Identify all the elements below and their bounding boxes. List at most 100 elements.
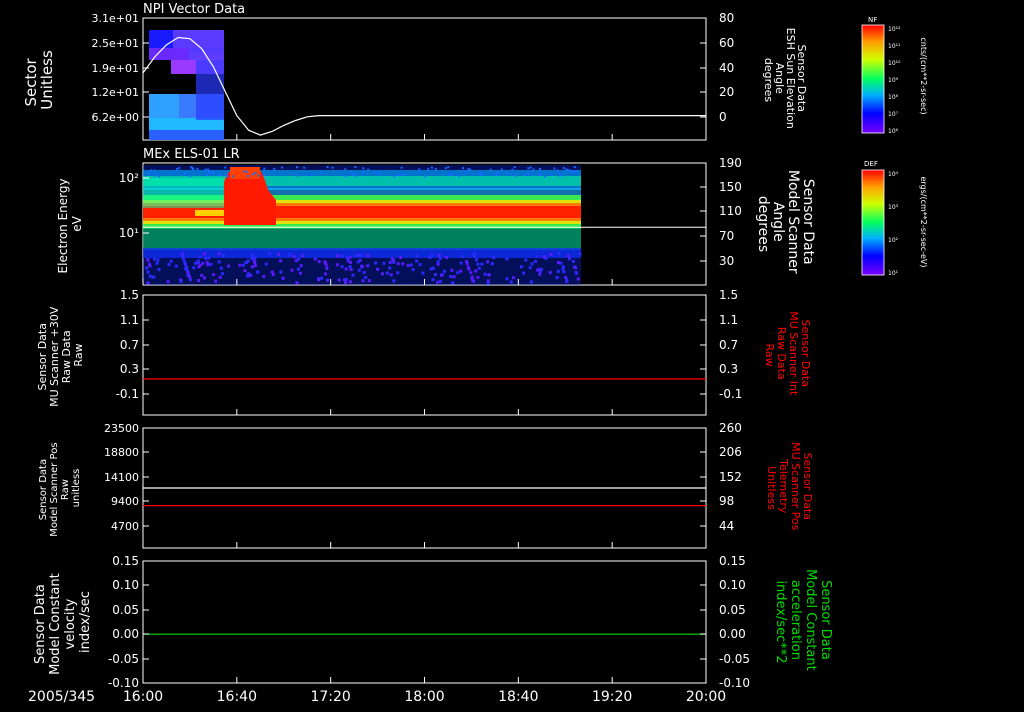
panel2-noise-dot bbox=[390, 257, 394, 261]
panel2-noise-dot bbox=[268, 252, 272, 255]
panel2-noise-dot bbox=[458, 175, 460, 178]
panel2-noise-dot bbox=[447, 166, 450, 169]
panel2-noise-dot bbox=[431, 278, 435, 282]
panel2-noise-dot bbox=[214, 279, 218, 283]
panel3-right-tick-label: -0.1 bbox=[719, 387, 742, 401]
panel2-noise-dot bbox=[483, 272, 487, 276]
panel1-title: NPI Vector Data bbox=[143, 2, 245, 17]
panel2-noise-dot bbox=[558, 171, 561, 174]
panel2-noise-dot bbox=[257, 174, 260, 177]
panel2-noise-dot bbox=[217, 252, 221, 256]
panel2-noise-dot bbox=[243, 170, 246, 173]
panel2-noise-dot bbox=[200, 273, 204, 277]
panel5-frame bbox=[142, 560, 707, 684]
panel5-right-label-2: Model Constant bbox=[803, 569, 818, 671]
panel1-sun-elevation-line bbox=[142, 36, 706, 136]
panel3-left-tick-label: 1.1 bbox=[120, 313, 139, 327]
panel2-noise-dot bbox=[361, 279, 365, 283]
panel2-noise-dot bbox=[290, 268, 294, 272]
panel2-noise-dot bbox=[349, 268, 353, 272]
panel4-left-tick-label: 4700 bbox=[111, 520, 139, 533]
panel2-noise-dot bbox=[188, 278, 192, 282]
panel2-noise-dot bbox=[197, 279, 201, 282]
panel3-right-tick-label: 0.7 bbox=[719, 338, 738, 352]
panel3-right-tick-label: 1.5 bbox=[719, 288, 738, 302]
panel4-right-tick-label: 44 bbox=[719, 519, 734, 533]
panel2-noise-dot bbox=[456, 271, 460, 275]
panel4-right-tick-label: 206 bbox=[719, 445, 742, 459]
x-tick-label: 16:40 bbox=[217, 689, 257, 705]
panel2-noise-dot bbox=[459, 261, 463, 265]
panel2-noise-dot bbox=[310, 173, 313, 176]
panel2-noise-dot bbox=[444, 167, 447, 170]
panel5-left-tick-label: 0.00 bbox=[112, 627, 139, 641]
panel2-noise-dot bbox=[544, 175, 547, 178]
panel2-noise-dot bbox=[462, 167, 465, 170]
panel2-noise-dot bbox=[151, 275, 155, 279]
panel2-noise-dot bbox=[556, 169, 559, 172]
panel2-noise-dot bbox=[575, 170, 578, 173]
panel2-noise-dot bbox=[388, 266, 392, 270]
panel2-noise-dot bbox=[238, 263, 242, 267]
panel5-right-tick-label: 0.05 bbox=[719, 603, 746, 617]
panel2-noise-dot bbox=[557, 252, 561, 256]
panel4-right-tick-label: 260 bbox=[719, 421, 742, 435]
panel2-noise-dot bbox=[527, 167, 530, 170]
panel2-noise-dot bbox=[401, 262, 405, 266]
panel2-noise-dot bbox=[539, 267, 543, 271]
panel2-noise-dot bbox=[186, 271, 190, 275]
panel3-left-ticks: 1.5 1.1 0.7 0.3 -0.1 bbox=[116, 288, 149, 401]
panel2-noise-dot bbox=[572, 170, 575, 173]
panel2-noise-dot bbox=[476, 275, 480, 279]
colorbar-tick-label: 10¹⁰ bbox=[888, 60, 901, 67]
panel2-right-label: Sensor Data Model Scanner Angle degrees bbox=[755, 170, 816, 278]
panel2-noise-dot bbox=[356, 260, 360, 264]
panel2-noise-dot bbox=[526, 173, 529, 176]
panel5-left-tick-label: 0.10 bbox=[112, 578, 139, 592]
panel3-left-tick-label: -0.1 bbox=[116, 387, 139, 401]
panel1-left-label: Sector Unitless bbox=[22, 50, 56, 110]
panel2-noise-dot bbox=[397, 174, 400, 177]
panel2-noise-dot bbox=[352, 174, 355, 177]
panel2-noise-dot bbox=[354, 254, 358, 257]
panel2-noise-dot bbox=[565, 278, 569, 282]
panel2-right-tick-label: 70 bbox=[719, 229, 734, 243]
panel5-left-tick-label: 0.05 bbox=[112, 603, 139, 617]
panel2-noise-dot bbox=[555, 276, 559, 280]
panel2-noise-dot bbox=[152, 257, 156, 261]
panel2-noise-dot bbox=[406, 264, 410, 268]
panel2-noise-dot bbox=[362, 271, 366, 274]
panel2-noise-dot bbox=[326, 278, 329, 282]
panel3-left-tick-label: 0.7 bbox=[120, 338, 139, 352]
panel2-noise-dot bbox=[573, 166, 576, 169]
panel2-noise-dot bbox=[418, 263, 422, 267]
panel2-noise-dot bbox=[539, 168, 541, 170]
panel2-noise-dot bbox=[480, 262, 484, 266]
panel2-noise-dot bbox=[320, 276, 324, 280]
panel1-left-tick-label: 3.1e+01 bbox=[92, 12, 139, 25]
panel2-noise-dot bbox=[385, 271, 389, 275]
panel2-noise-dot bbox=[476, 262, 480, 266]
panel2-noise-dot bbox=[175, 168, 178, 171]
panel2-noise-dot bbox=[465, 262, 469, 266]
panel2-noise-dot bbox=[535, 255, 539, 259]
panel2-noise-dot bbox=[448, 173, 451, 176]
panel2-noise-dot bbox=[452, 275, 456, 279]
panel2-noise-dot bbox=[367, 168, 370, 171]
colorbar-tick-label: 10⁹ bbox=[888, 77, 899, 84]
panel5-right-tick-label: 0.15 bbox=[719, 554, 746, 568]
panel2-noise-dot bbox=[487, 273, 491, 277]
panel2-noise-dot bbox=[241, 263, 245, 267]
panel2-noise-dot bbox=[562, 270, 566, 274]
panel2-noise-dot bbox=[354, 166, 357, 169]
panel2-noise-dot bbox=[428, 256, 432, 260]
panel2-noise-dot bbox=[205, 173, 208, 176]
panel5-right-label-3: acceleration bbox=[788, 580, 803, 660]
panel2-noise-dot bbox=[292, 255, 296, 259]
panel2-noise-dot bbox=[374, 171, 376, 174]
panel5-right-label: Sensor Data Model Constant acceleration … bbox=[773, 569, 833, 675]
panel2-noise-dot bbox=[524, 258, 528, 262]
panel2-noise-dot bbox=[243, 269, 247, 272]
panel4-left-tick-label: 18800 bbox=[104, 446, 139, 459]
panel2-noise-dot bbox=[505, 277, 509, 281]
